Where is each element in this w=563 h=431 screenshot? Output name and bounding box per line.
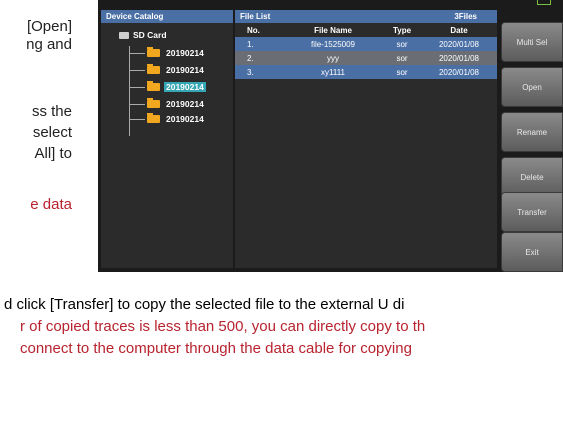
manual-text-line: r of copied traces is less than 500, you… xyxy=(20,318,426,335)
col-header-no: No. xyxy=(247,25,260,35)
folder-icon xyxy=(147,47,160,57)
rename-button[interactable]: Rename xyxy=(501,112,563,152)
manual-text-line: ng and xyxy=(26,36,72,53)
device-screen: Device Catalog SD Card 20190214 20190214… xyxy=(98,0,563,272)
manual-text-line: All] to xyxy=(34,145,72,162)
folder-icon xyxy=(147,98,160,108)
file-row[interactable]: 3. xy1111 sor 2020/01/08 xyxy=(235,65,497,79)
file-row-selected[interactable]: 2. yyy sor 2020/01/08 xyxy=(235,51,497,65)
battery-icon xyxy=(537,0,551,5)
manual-text-line: select xyxy=(32,124,72,141)
file-no: 2. xyxy=(247,53,254,63)
multi-sel-button[interactable]: Multi Sel xyxy=(501,22,563,62)
file-list-header: File List 3Files xyxy=(235,10,497,23)
device-catalog-panel: Device Catalog SD Card 20190214 20190214… xyxy=(101,10,233,268)
file-name: yyy xyxy=(327,53,339,63)
folder-icon xyxy=(147,113,160,123)
tree-folder[interactable]: 20190214 xyxy=(129,63,206,77)
file-date: 2020/01/08 xyxy=(438,39,480,49)
delete-button[interactable]: Delete xyxy=(501,157,563,197)
file-type: sor xyxy=(396,53,408,63)
file-name: file-1525009 xyxy=(310,39,356,49)
folder-icon xyxy=(147,64,160,74)
tree-folder[interactable]: 20190214 xyxy=(129,46,206,60)
file-list-panel: File List 3Files No. File Name Type Date… xyxy=(235,10,497,268)
tree-folder-label: 20190214 xyxy=(164,82,206,92)
tree-folder-label: 20190214 xyxy=(166,48,204,58)
manual-text-line: connect to the computer through the data… xyxy=(20,340,412,357)
manual-text-line: ss the xyxy=(31,103,72,120)
manual-text-line: e data xyxy=(30,196,72,213)
transfer-button[interactable]: Transfer xyxy=(501,192,563,232)
manual-text-line: d click [Transfer] to copy the selected … xyxy=(4,296,405,313)
file-name: xy1111 xyxy=(320,67,345,77)
file-no: 1. xyxy=(247,39,254,49)
file-date: 2020/01/08 xyxy=(438,67,480,77)
folder-icon xyxy=(147,81,160,91)
tree-folder-label: 20190214 xyxy=(166,99,204,109)
tree-folder-selected[interactable]: 20190214 xyxy=(129,80,206,94)
exit-button[interactable]: Exit xyxy=(501,232,563,272)
col-header-date: Date xyxy=(450,25,468,35)
file-type: sor xyxy=(396,67,408,77)
file-date: 2020/01/08 xyxy=(438,53,480,63)
tree-folder[interactable]: 20190214 xyxy=(129,112,206,126)
tree-root-label: SD Card xyxy=(133,30,167,40)
file-row[interactable]: 1. file-1525009 sor 2020/01/08 xyxy=(235,37,497,51)
tree-folder[interactable]: 20190214 xyxy=(129,97,206,111)
col-header-type: Type xyxy=(392,25,412,35)
sd-card-icon xyxy=(119,31,129,39)
status-bar xyxy=(98,0,563,8)
col-header-name: File Name xyxy=(314,25,352,35)
tree-folder-label: 20190214 xyxy=(166,65,204,75)
manual-text-line: [Open] xyxy=(26,18,72,35)
file-table-header: No. File Name Type Date xyxy=(235,23,497,37)
catalog-title: Device Catalog xyxy=(101,10,233,23)
tree-root-sd-card[interactable]: SD Card xyxy=(119,30,167,40)
file-type: sor xyxy=(396,39,408,49)
open-button[interactable]: Open xyxy=(501,67,563,107)
side-button-bar: Multi Sel Open Rename Delete Transfer Ex… xyxy=(501,10,563,272)
tree-folder-label: 20190214 xyxy=(166,114,204,124)
file-count: 3Files xyxy=(454,12,477,21)
file-list-title: File List xyxy=(240,12,271,21)
file-no: 3. xyxy=(247,67,254,77)
